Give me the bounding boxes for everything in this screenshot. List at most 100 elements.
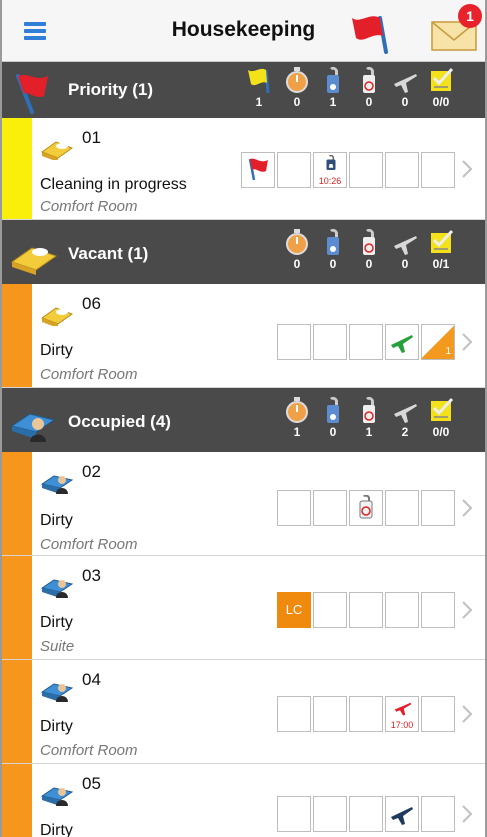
red-flag-icon	[248, 158, 268, 181]
stat-count: 0/1	[432, 257, 450, 271]
bed-icon	[40, 307, 74, 326]
indicator-empty	[277, 152, 311, 188]
room-number: 03	[82, 566, 101, 585]
indicator-empty	[277, 696, 311, 732]
do-not-disturb-icon	[326, 155, 336, 170]
indicator-boxes: 17:00	[241, 696, 455, 732]
section-priority[interactable]: Priority (1) 1 0 1 0 0 0/0	[2, 62, 485, 118]
stat-timer: 0	[280, 66, 314, 109]
status-stripe	[2, 284, 32, 387]
indicator-empty	[349, 592, 383, 628]
indicator-empty	[277, 490, 311, 526]
status-stripe	[2, 556, 32, 659]
chevron-right-icon[interactable]	[460, 599, 474, 621]
stat-timer: 0	[280, 228, 314, 271]
stopwatch-icon	[286, 67, 308, 93]
room-row[interactable]: 01 Cleaning in progress Comfort Room 10:…	[2, 118, 485, 220]
room-status: Cleaning in progress	[40, 176, 187, 193]
room-row[interactable]: 05 Dirty	[2, 764, 485, 837]
yellow-flag-icon	[248, 68, 270, 94]
airplane-icon	[391, 807, 413, 825]
chevron-right-icon[interactable]	[460, 158, 474, 180]
stat-flag: 1	[242, 66, 276, 109]
stopwatch-icon	[286, 397, 308, 423]
indicator-count: 1	[445, 346, 451, 357]
indicator-boxes: 1	[241, 324, 455, 360]
stat-count: 0	[293, 95, 301, 109]
indicator-empty	[277, 796, 311, 832]
room-status: Dirty	[40, 822, 73, 837]
chevron-right-icon[interactable]	[460, 331, 474, 353]
stat-count: 1	[365, 425, 373, 439]
bed-icon	[10, 247, 58, 275]
room-row[interactable]: 06 Dirty Comfort Room 1	[2, 284, 485, 388]
section-vacant[interactable]: Vacant (1) 0 0 0 0 0/1	[2, 220, 485, 284]
room-status: Dirty	[40, 512, 73, 529]
indicator-boxes	[241, 796, 455, 832]
room-row[interactable]: 04 Dirty Comfort Room 17:00	[2, 660, 485, 764]
page-title: Housekeeping	[171, 18, 316, 41]
chevron-right-icon[interactable]	[460, 803, 474, 825]
indicator-privacy	[349, 490, 383, 526]
room-type: Comfort Room	[40, 536, 138, 553]
indicator-empty	[385, 592, 419, 628]
indicator-time: 10:26	[318, 176, 342, 186]
stat-privacy: 0	[352, 228, 386, 271]
occupied-bed-icon	[40, 579, 74, 598]
chevron-right-icon[interactable]	[460, 497, 474, 519]
room-number: 06	[82, 294, 101, 313]
occupied-bed-icon	[40, 475, 74, 494]
do-not-disturb-icon	[327, 396, 339, 423]
do-not-disturb-icon	[327, 228, 339, 255]
late-checkout-badge: LC	[277, 592, 311, 628]
stat-count: 0	[365, 257, 373, 271]
status-stripe	[2, 660, 32, 763]
checklist-icon	[431, 397, 454, 421]
stat-timer: 1	[280, 396, 314, 439]
indicator-boxes	[241, 490, 455, 526]
room-status: Dirty	[40, 614, 73, 631]
occupied-bed-icon	[10, 413, 56, 442]
priority-stripe	[2, 118, 32, 219]
airplane-icon	[391, 335, 413, 353]
room-type: Comfort Room	[40, 742, 138, 759]
stat-count: 1	[255, 95, 263, 109]
indicator-empty	[385, 490, 419, 526]
indicator-empty	[421, 152, 455, 188]
indicator-flag	[241, 152, 275, 188]
room-number: 01	[82, 128, 101, 147]
stat-dnd: 0	[316, 228, 350, 271]
status-stripe	[2, 764, 32, 837]
room-number: 04	[82, 670, 101, 689]
stat-flight: 0	[388, 66, 422, 109]
stat-dnd: 1	[316, 66, 350, 109]
app-frame: Housekeeping 1 Priority (1) 1 0 1 0 0 0/…	[0, 0, 487, 837]
red-flag-icon	[16, 74, 48, 114]
stat-checklist: 0/0	[424, 66, 458, 109]
indicator-flight	[385, 796, 419, 832]
stat-count: 0/0	[432, 425, 450, 439]
nav-bar: Housekeeping 1	[2, 0, 485, 62]
indicator-boxes: 10:26	[241, 152, 455, 188]
section-title: Occupied (4)	[68, 412, 171, 431]
section-occupied[interactable]: Occupied (4) 1 0 1 2 0/0	[2, 388, 485, 452]
airplane-icon	[394, 702, 412, 716]
stat-dnd: 0	[316, 396, 350, 439]
stat-count: 2	[401, 425, 409, 439]
stat-count: 0/0	[432, 95, 450, 109]
stat-count: 1	[329, 95, 337, 109]
indicator-empty	[313, 490, 347, 526]
chevron-right-icon[interactable]	[460, 703, 474, 725]
stat-flight: 2	[388, 396, 422, 439]
room-type: Comfort Room	[40, 366, 138, 383]
airplane-icon	[394, 74, 417, 93]
room-row[interactable]: 02 Dirty Comfort Room	[2, 452, 485, 556]
stat-count: 0	[293, 257, 301, 271]
indicator-checklist: 1	[421, 324, 455, 360]
red-flag-icon[interactable]	[350, 12, 390, 54]
room-row[interactable]: 03 Dirty Suite LC	[2, 556, 485, 660]
stat-count: 0	[329, 257, 337, 271]
indicator-flight	[385, 324, 419, 360]
room-type: Suite	[40, 638, 75, 655]
indicator-time: 17:00	[390, 720, 414, 730]
